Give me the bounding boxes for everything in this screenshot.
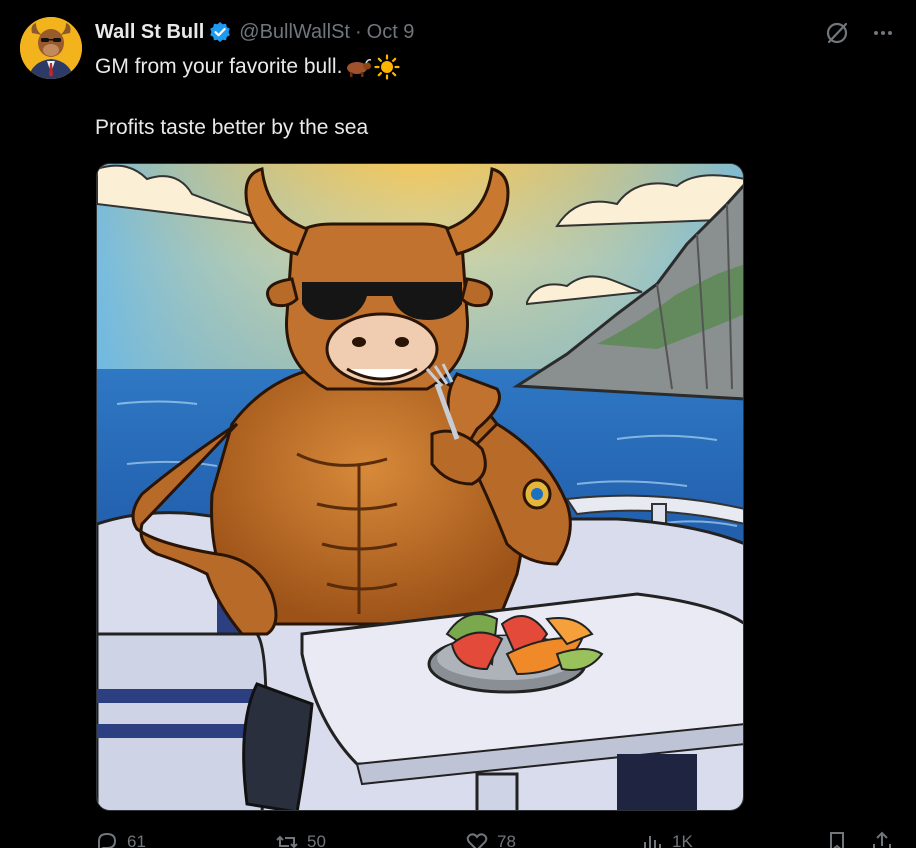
views-button[interactable]: 1K <box>640 830 693 848</box>
tweet[interactable]: Wall St Bull @BullWallSt · Oct 9 GM from… <box>0 0 916 848</box>
more-options-icon[interactable] <box>870 20 896 46</box>
bookmark-button[interactable] <box>825 830 849 848</box>
post-image[interactable] <box>96 163 744 811</box>
tweet-text-line1: GM from your favorite bull. <box>95 54 401 81</box>
ox-emoji-icon <box>344 56 372 78</box>
top-actions <box>824 20 896 46</box>
sun-emoji-icon <box>374 54 401 81</box>
reply-button[interactable]: 61 <box>95 830 146 848</box>
verified-badge-icon[interactable] <box>209 21 231 43</box>
display-name[interactable]: Wall St Bull <box>95 21 204 44</box>
bookmark-icon <box>830 832 844 848</box>
avatar[interactable] <box>20 17 82 79</box>
tweet-text: GM from your favorite bull. <box>95 55 343 78</box>
action-bar: 61 50 78 1K <box>95 830 895 848</box>
reply-count: 61 <box>127 832 146 848</box>
views-icon <box>644 836 661 848</box>
view-count: 1K <box>672 832 693 848</box>
separator-dot: · <box>354 20 362 43</box>
reply-icon <box>98 832 117 848</box>
handle[interactable]: @BullWallSt <box>239 21 350 44</box>
bull-avatar-icon <box>20 17 82 79</box>
like-count: 78 <box>497 832 516 848</box>
tweet-text-line2: Profits taste better by the sea <box>95 116 369 139</box>
share-button[interactable] <box>870 830 894 848</box>
tweet-header: Wall St Bull @BullWallSt · Oct 9 <box>95 18 414 46</box>
post-date[interactable]: Oct 9 <box>367 21 415 44</box>
share-icon <box>873 831 891 848</box>
repost-button[interactable]: 50 <box>275 830 326 848</box>
repost-count: 50 <box>307 832 326 848</box>
like-button[interactable]: 78 <box>465 830 516 848</box>
heart-icon <box>466 833 488 848</box>
bull-on-boat-illustration <box>97 164 743 810</box>
grok-icon[interactable] <box>824 20 850 46</box>
repost-icon <box>276 835 298 848</box>
